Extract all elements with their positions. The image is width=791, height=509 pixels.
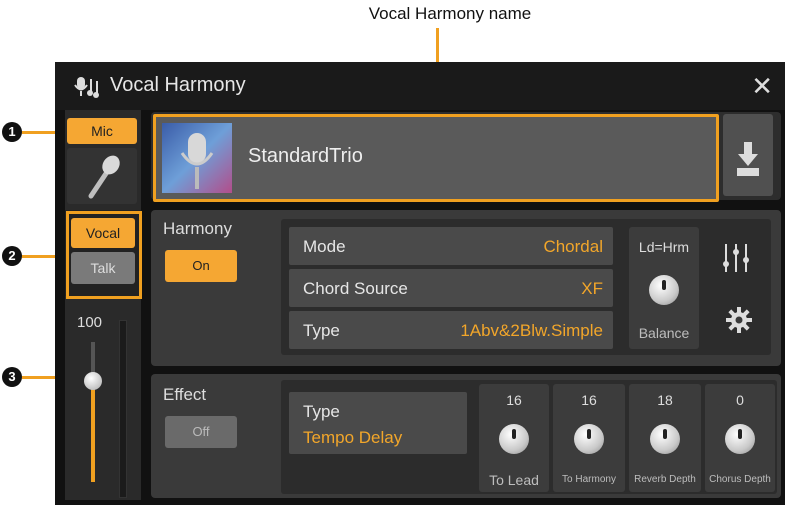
mic-level-meter <box>119 320 127 498</box>
to-harmony-label: To Harmony <box>562 474 616 485</box>
harmony-on-button[interactable]: On <box>165 250 237 282</box>
mic-button-label: Mic <box>91 123 113 139</box>
chord-source-row[interactable]: Chord Source XF <box>289 269 613 307</box>
mode-label: Mode <box>303 237 346 256</box>
to-harmony-knob[interactable] <box>574 424 604 454</box>
chord-source-label: Chord Source <box>303 279 408 298</box>
chorus-depth-control[interactable]: 0 Chorus Depth <box>705 384 775 492</box>
mic-level-slider-fill <box>91 381 95 482</box>
save-button[interactable] <box>723 114 773 196</box>
callout-1: 1 <box>2 122 22 142</box>
talk-button[interactable]: Talk <box>71 252 135 284</box>
balance-control[interactable]: Ld=Hrm Balance <box>629 227 699 349</box>
microphone-thumbnail-icon <box>180 133 214 189</box>
preset-name: StandardTrio <box>248 145 363 167</box>
effect-off-button[interactable]: Off <box>165 416 237 448</box>
effect-section-label: Effect <box>163 385 207 404</box>
mic-image-tile <box>67 148 137 204</box>
vocal-harmony-mic-icon <box>74 77 99 98</box>
effect-off-label: Off <box>192 424 210 439</box>
balance-top-label: Ld=Hrm <box>638 239 690 255</box>
callout-3: 3 <box>2 367 22 387</box>
mic-level-slider-thumb[interactable] <box>84 372 102 391</box>
to-harmony-value: 16 <box>581 392 597 408</box>
mixer-icon[interactable] <box>721 240 751 276</box>
vocal-button-label: Vocal <box>85 225 121 241</box>
harmony-type-row[interactable]: Type 1Abv&2Blw.Simple <box>289 311 613 349</box>
reverb-depth-label: Reverb Depth <box>634 474 696 485</box>
left-column: Mic Vocal Talk 100 <box>65 110 142 500</box>
title-bar: Vocal Harmony ✕ <box>55 62 785 110</box>
vocal-harmony-screen: Vocal Harmony ✕ Mic Vocal Talk 100 Stand… <box>55 62 785 505</box>
reverb-depth-value: 18 <box>657 392 673 408</box>
chorus-depth-knob[interactable] <box>725 424 755 454</box>
reverb-depth-control[interactable]: 18 Reverb Depth <box>629 384 701 492</box>
to-harmony-control[interactable]: 16 To Harmony <box>553 384 625 492</box>
vocal-button[interactable]: Vocal <box>71 218 135 248</box>
chord-source-value: XF <box>581 279 603 298</box>
reverb-depth-knob[interactable] <box>650 424 680 454</box>
preset-thumbnail <box>162 123 232 193</box>
effect-type-row[interactable]: Type Tempo Delay <box>289 392 467 454</box>
mic-button[interactable]: Mic <box>67 118 137 144</box>
balance-label: Balance <box>638 325 690 341</box>
gear-icon[interactable] <box>725 306 753 334</box>
to-lead-label: To Lead <box>489 472 539 488</box>
close-icon[interactable]: ✕ <box>751 71 773 102</box>
effect-type-label: Type <box>303 402 340 421</box>
callout-2: 2 <box>2 246 22 266</box>
window-title: Vocal Harmony <box>110 74 246 96</box>
save-download-icon <box>737 142 759 176</box>
harmony-on-label: On <box>192 258 210 273</box>
mode-row[interactable]: Mode Chordal <box>289 227 613 265</box>
preset-name-area[interactable]: StandardTrio <box>153 114 719 202</box>
mic-level-slider-track[interactable] <box>84 342 102 482</box>
harmony-type-label: Type <box>303 321 340 340</box>
mic-level-value: 100 <box>77 314 103 331</box>
talk-button-label: Talk <box>90 260 116 276</box>
harmony-type-value: 1Abv&2Blw.Simple <box>460 321 603 340</box>
to-lead-knob[interactable] <box>499 424 529 454</box>
effect-type-value: Tempo Delay <box>303 428 403 447</box>
balance-knob[interactable] <box>649 275 679 305</box>
to-lead-value: 16 <box>506 392 522 408</box>
chorus-depth-value: 0 <box>736 392 744 408</box>
chorus-depth-label: Chorus Depth <box>709 474 771 485</box>
mode-value: Chordal <box>543 237 603 256</box>
caption-vocal-harmony-name: Vocal Harmony name <box>368 4 532 23</box>
microphone-icon <box>88 155 120 199</box>
harmony-section-label: Harmony <box>163 219 232 238</box>
to-lead-control[interactable]: 16 To Lead <box>479 384 549 492</box>
